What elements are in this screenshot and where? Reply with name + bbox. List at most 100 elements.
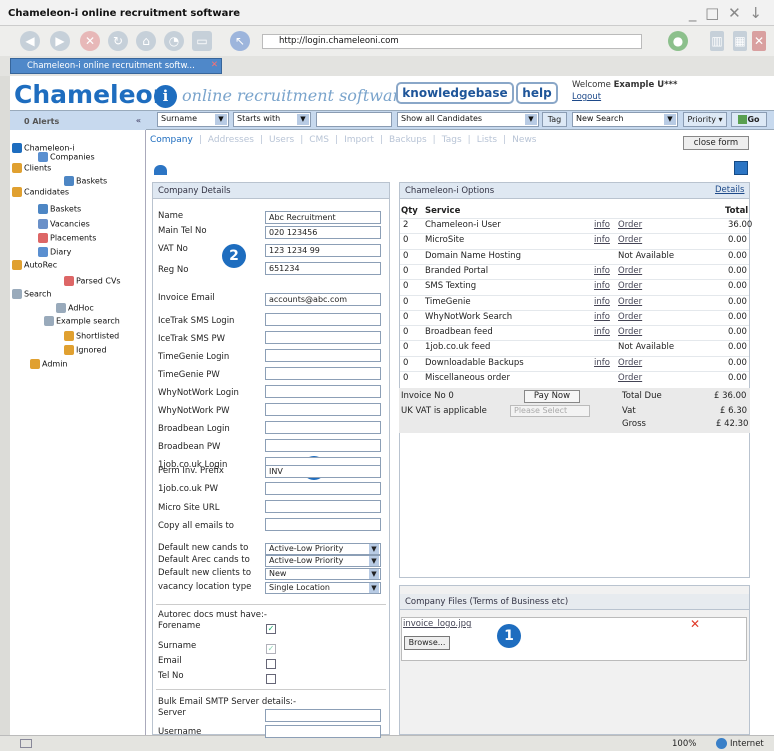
option-action[interactable]: Order xyxy=(618,220,642,230)
sidebar-item[interactable]: Candidates xyxy=(12,187,69,197)
field-input[interactable] xyxy=(265,500,381,513)
tab-import[interactable]: Import xyxy=(344,135,374,145)
sidebar-item[interactable]: Ignored xyxy=(64,345,107,355)
details-link[interactable]: Details xyxy=(715,185,744,195)
option-info-link[interactable]: info xyxy=(594,358,610,368)
search-input[interactable] xyxy=(316,112,392,127)
operator-select[interactable]: Starts with ▼ xyxy=(233,112,311,127)
sidebar-item[interactable]: AdHoc xyxy=(56,303,94,313)
field-input[interactable] xyxy=(265,331,381,344)
option-info-link[interactable]: info xyxy=(594,235,610,245)
tag-button[interactable]: Tag xyxy=(542,112,567,127)
history-icon[interactable]: ◔ xyxy=(164,31,184,51)
field-input[interactable] xyxy=(265,403,381,416)
tab-news[interactable]: News xyxy=(512,135,536,145)
option-action[interactable]: Order xyxy=(618,327,642,337)
logout-link[interactable]: Logout xyxy=(572,92,601,102)
tile-icon[interactable]: ▦ xyxy=(733,31,747,51)
default-select[interactable]: Active-Low Priority ▼ xyxy=(265,543,381,555)
back-icon[interactable]: ◀ xyxy=(20,31,40,51)
sidebar-item[interactable]: Placements xyxy=(38,233,96,243)
zoom-level[interactable]: 100% xyxy=(672,739,696,749)
field-input[interactable] xyxy=(265,313,381,326)
alerts-bar[interactable]: 0 Alerts « xyxy=(10,114,146,130)
field-input[interactable] xyxy=(265,439,381,452)
field-input[interactable] xyxy=(265,421,381,434)
option-action[interactable]: Order xyxy=(618,266,642,276)
field-input[interactable]: accounts@abc.com xyxy=(265,293,381,306)
tab-company[interactable]: Company xyxy=(150,135,193,145)
tab-lists[interactable]: Lists xyxy=(477,135,497,145)
field-input[interactable]: Abc Recruitment xyxy=(265,211,381,224)
window-controls[interactable]: _ □ ✕ ↓ xyxy=(689,4,764,22)
autorec-checkbox[interactable] xyxy=(266,674,276,684)
field-input[interactable] xyxy=(265,367,381,380)
option-info-link[interactable]: info xyxy=(594,297,610,307)
help-button[interactable]: help xyxy=(516,82,558,104)
home-icon[interactable]: ⌂ xyxy=(136,31,156,51)
sidebar-item[interactable]: AutoRec xyxy=(12,260,57,270)
field-input[interactable]: 651234 xyxy=(265,262,381,275)
smtp-server-input[interactable] xyxy=(265,709,381,722)
option-info-link[interactable]: info xyxy=(594,281,610,291)
browse-button[interactable]: Browse... xyxy=(404,636,450,650)
option-info-link[interactable]: info xyxy=(594,312,610,322)
option-action[interactable]: Order xyxy=(618,373,642,383)
delete-icon[interactable]: ✕ xyxy=(690,617,700,631)
file-link[interactable]: invoice_logo.jpg xyxy=(403,619,471,629)
collapse-icon[interactable]: « xyxy=(136,116,141,125)
option-action[interactable]: Order xyxy=(618,358,642,368)
sidebar-item[interactable]: Vacancies xyxy=(38,219,90,229)
go-button[interactable]: Go xyxy=(731,112,767,127)
browser-tab[interactable]: Chameleon-i online recruitment softw... ✕ xyxy=(10,58,222,74)
field-input[interactable]: 020 123456 xyxy=(265,226,381,239)
tab-users[interactable]: Users xyxy=(269,135,294,145)
autorec-checkbox[interactable]: ✓ xyxy=(266,644,276,654)
field-input[interactable]: INV xyxy=(265,465,381,478)
field-input[interactable] xyxy=(265,482,381,495)
tab-addresses[interactable]: Addresses xyxy=(208,135,254,145)
default-select[interactable]: Active-Low Priority ▼ xyxy=(265,555,381,567)
autorec-checkbox[interactable]: ✓ xyxy=(266,624,276,634)
sidebar-item[interactable]: Parsed CVs xyxy=(64,276,121,286)
sidebar-item[interactable]: Clients xyxy=(12,163,51,173)
sidebar-item[interactable]: Companies xyxy=(38,152,95,162)
option-action[interactable]: Order xyxy=(618,297,642,307)
close-tab-icon[interactable]: ✕ xyxy=(211,60,218,70)
autorec-checkbox[interactable] xyxy=(266,659,276,669)
sidebar-item[interactable]: Baskets xyxy=(64,176,107,186)
sidebar-item[interactable]: Baskets xyxy=(38,204,81,214)
option-info-link[interactable]: info xyxy=(594,327,610,337)
tab-backups[interactable]: Backups xyxy=(389,135,427,145)
option-info-link[interactable]: info xyxy=(594,266,610,276)
new-search-select[interactable]: New Search ▼ xyxy=(572,112,678,127)
field-input[interactable]: 123 1234 99 xyxy=(265,244,381,257)
field-input[interactable] xyxy=(265,385,381,398)
filter-select[interactable]: Show all Candidates ▼ xyxy=(397,112,539,127)
tab-tags[interactable]: Tags xyxy=(442,135,462,145)
option-action[interactable]: Order xyxy=(618,235,642,245)
sidebar-item[interactable]: Search xyxy=(12,289,51,299)
go-icon[interactable]: ● xyxy=(668,31,688,51)
close-page-icon[interactable]: ✕ xyxy=(752,31,766,51)
stop-icon[interactable]: ✕ xyxy=(80,31,100,51)
monitor-icon[interactable]: ▭ xyxy=(192,31,212,51)
option-action[interactable]: Order xyxy=(618,312,642,322)
save-icon[interactable] xyxy=(734,161,748,175)
vat-select[interactable]: Please Select xyxy=(510,405,590,417)
address-bar[interactable]: http://login.chameleoni.com xyxy=(262,34,642,49)
option-action[interactable]: Order xyxy=(618,281,642,291)
panel-icon[interactable]: ▥ xyxy=(710,31,724,51)
sidebar-item[interactable]: Diary xyxy=(38,247,71,257)
sidebar-item[interactable]: Shortlisted xyxy=(64,331,119,341)
option-info-link[interactable]: info xyxy=(594,220,610,230)
field-select[interactable]: Surname ▼ xyxy=(157,112,229,127)
knowledgebase-button[interactable]: knowledgebase xyxy=(396,82,514,104)
field-input[interactable] xyxy=(265,518,381,531)
sidebar-item[interactable]: Admin xyxy=(30,359,68,369)
default-select[interactable]: Single Location ▼ xyxy=(265,582,381,594)
pointer-icon[interactable]: ↖ xyxy=(230,31,250,51)
sidebar-item[interactable]: Example search xyxy=(44,316,120,326)
pay-now-button[interactable]: Pay Now xyxy=(524,390,580,403)
default-select[interactable]: New ▼ xyxy=(265,568,381,580)
